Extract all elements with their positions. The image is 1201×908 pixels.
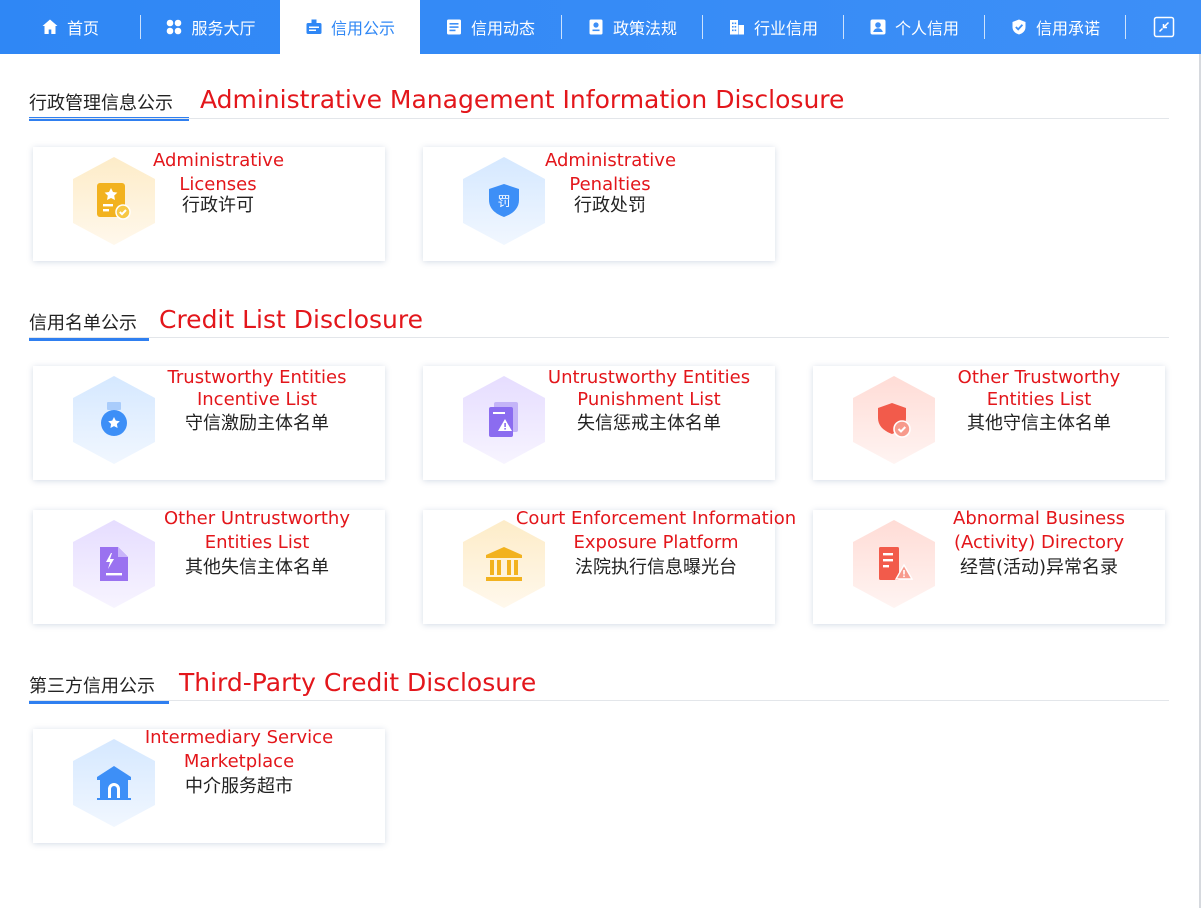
icon-badge: 罚 (463, 157, 545, 245)
card-title-en-line1: Intermediary Service (144, 727, 334, 748)
section-title-en: Administrative Management Information Di… (200, 85, 845, 114)
card-other-trustworthy-list[interactable]: Other Trustworthy Entities List 其他守信主体名单 (813, 366, 1165, 480)
nav-item-label: 信用承诺 (1035, 19, 1100, 38)
nav-item-credit-commitment[interactable]: 信用承诺 (985, 0, 1125, 54)
card-title-zh: 经营(活动)异常名录 (959, 557, 1119, 578)
card-title-en-line2: Marketplace (183, 751, 295, 772)
section-title-en: Credit List Disclosure (159, 305, 423, 334)
collapse-button[interactable] (1126, 0, 1201, 54)
card-title-zh: 行政许可 (182, 195, 254, 216)
medal-icon (101, 402, 127, 436)
apps-icon (167, 19, 182, 35)
icon-badge (853, 376, 935, 464)
law-book-icon (589, 19, 603, 35)
icon-badge (73, 376, 155, 464)
card-title-en-line1: Abnormal Business (953, 508, 1125, 529)
announcement-icon (306, 19, 322, 34)
nav-item-credit-news[interactable]: 信用动态 (420, 0, 560, 54)
card-title-en-line2: Punishment List (577, 389, 721, 410)
card-title-zh: 其他失信主体名单 (185, 557, 329, 578)
license-certificate-icon (97, 183, 131, 220)
card-untrustworthy-punishment-list[interactable]: Untrustworthy Entities Punishment List 失… (423, 366, 775, 480)
abnormal-building-icon (879, 547, 914, 580)
nav-item-credit-disclosure[interactable]: 信用公示 (280, 0, 420, 54)
icon-badge (853, 520, 935, 608)
card-title-en-line1: Other Untrustworthy (164, 508, 350, 529)
card-administrative-penalties[interactable]: 罚 Administrative Penalties 行政处罚 (423, 147, 775, 261)
card-title-en-line2: (Activity) Directory (953, 532, 1125, 553)
shield-check-icon (878, 403, 911, 438)
card-abnormal-business-directory[interactable]: Abnormal Business (Activity) Directory 经… (813, 508, 1165, 624)
icon-badge (73, 520, 155, 608)
card-other-untrustworthy-list[interactable]: Other Untrustworthy Entities List 其他失信主体… (33, 508, 385, 624)
card-title-zh: 其他守信主体名单 (967, 413, 1111, 434)
svg-text:罚: 罚 (497, 195, 510, 210)
warning-document-icon (489, 402, 518, 437)
nav-item-label: 行业信用 (753, 19, 818, 38)
section-title-zh: 第三方信用公示 (29, 676, 155, 697)
flash-document-icon (100, 547, 128, 581)
card-title-en-line2: Entities List (986, 389, 1092, 410)
card-title-zh: 行政处罚 (574, 195, 646, 216)
card-title-en-line1: Court Enforcement Information (515, 508, 797, 529)
nav-item-label: 首页 (66, 19, 99, 38)
section-divider (29, 700, 1169, 701)
nav-item-home[interactable]: 首页 (0, 0, 140, 54)
penalty-shield-icon: 罚 (489, 184, 519, 217)
nav-item-policies[interactable]: 政策法规 (562, 0, 702, 54)
nav-item-label: 服务大厅 (191, 19, 256, 38)
card-intermediary-service-marketplace[interactable]: Intermediary Service Marketplace 中介服务超市 (33, 727, 385, 843)
card-court-enforcement-platform[interactable]: Court Enforcement Information Exposure P… (423, 508, 796, 624)
section-divider (29, 118, 1169, 119)
nav-item-label: 政策法规 (612, 19, 677, 38)
section-divider (29, 337, 1169, 338)
nav-item-label: 信用动态 (470, 19, 535, 38)
section-title-en: Third-Party Credit Disclosure (179, 668, 537, 697)
card-title-en-line1: Administrative (545, 150, 677, 171)
card-title-en-line1: Administrative (153, 150, 285, 171)
marketplace-house-icon (97, 766, 131, 800)
home-icon (42, 19, 58, 34)
nav-item-industry-credit[interactable]: 行业信用 (703, 0, 843, 54)
news-icon (446, 19, 461, 35)
nav-item-service-hall[interactable]: 服务大厅 (141, 0, 280, 54)
top-navigation-bar: 首页 服务大厅 信用公示 信用动态 政策法规 行业信用 个人信用 信用承诺 (0, 0, 1201, 54)
collapse-icon (1153, 16, 1174, 38)
nav-item-label: 信用公示 (330, 19, 395, 38)
person-card-icon (870, 19, 886, 35)
nav-item-label: 个人信用 (894, 19, 959, 38)
icon-badge (73, 157, 155, 245)
card-administrative-licenses[interactable]: Administrative Licenses 行政许可 (33, 147, 385, 261)
card-title-en-line1: Other Trustworthy (957, 367, 1121, 388)
card-title-zh: 法院执行信息曝光台 (575, 557, 737, 578)
shield-check-icon (1012, 19, 1026, 35)
card-title-en-line1: Untrustworthy Entities (547, 367, 751, 388)
building-icon (729, 20, 744, 35)
section-title-zh: 行政管理信息公示 (29, 93, 173, 114)
icon-badge (463, 376, 545, 464)
card-title-zh: 失信惩戒主体名单 (577, 413, 721, 434)
section-title-zh: 信用名单公示 (29, 313, 137, 334)
card-title-zh: 守信激励主体名单 (185, 413, 329, 434)
card-title-en-line1: Trustworthy Entities (167, 367, 347, 388)
card-trustworthy-incentive-list[interactable]: Trustworthy Entities Incentive List 守信激励… (33, 366, 385, 480)
card-title-en-line2: Incentive List (196, 389, 318, 410)
card-title-zh: 中介服务超市 (185, 776, 293, 797)
nav-item-personal-credit[interactable]: 个人信用 (844, 0, 984, 54)
card-title-en-line2: Entities List (204, 532, 310, 553)
card-title-en-line2: Exposure Platform (573, 532, 739, 553)
